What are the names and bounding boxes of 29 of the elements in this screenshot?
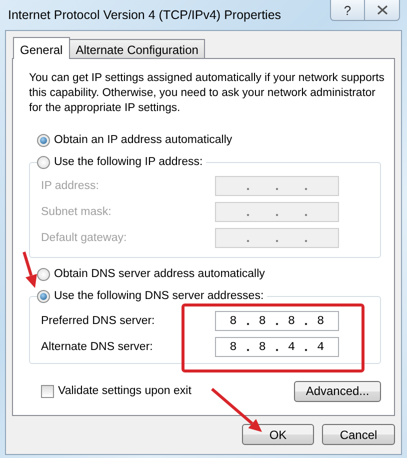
- radio-label[interactable]: Use the following DNS server addresses:: [54, 290, 264, 302]
- description-text: You can get IP settings assigned automatically if your network supports this capability. Otherwise, you need to ask your network administrator for the appropriate IP settings.: [29, 71, 386, 116]
- cancel-button[interactable]: Cancel: [322, 424, 395, 445]
- help-button[interactable]: ?: [330, 0, 365, 21]
- radio-button[interactable]: [37, 134, 50, 146]
- field-label: Subnet mask:: [41, 206, 112, 218]
- field-label: IP address:: [41, 180, 100, 192]
- annotation-arrow: [211, 388, 262, 432]
- radio-button[interactable]: [37, 290, 50, 302]
- radio-button[interactable]: [37, 268, 50, 280]
- field-label: Preferred DNS server:: [41, 315, 156, 327]
- annotation-arrow: [22, 252, 37, 288]
- checkbox-label[interactable]: Validate settings upon exit: [58, 385, 192, 397]
- radio-label[interactable]: Obtain DNS server address automatically: [54, 268, 265, 280]
- window-title: Internet Protocol Version 4 (TCP/IPv4) Properties: [7, 8, 282, 22]
- ok-button[interactable]: OK: [242, 424, 314, 445]
- radio-button[interactable]: [37, 156, 50, 168]
- field-label: Alternate DNS server:: [41, 341, 154, 353]
- checkbox[interactable]: [41, 384, 54, 398]
- tab[interactable]: General: [13, 37, 70, 59]
- tab[interactable]: Alternate Configuration: [68, 39, 206, 58]
- ip-address-field[interactable]: 8 8 8 8: [215, 311, 339, 331]
- radio-label[interactable]: Use the following IP address:: [54, 156, 203, 168]
- field-label: Default gateway:: [41, 232, 128, 244]
- advanced-button[interactable]: Advanced...: [294, 380, 381, 402]
- ip-address-field[interactable]: 8 8 4 4: [215, 337, 339, 357]
- close-button[interactable]: [365, 0, 400, 21]
- close-icon: [376, 5, 388, 15]
- radio-label[interactable]: Obtain an IP address automatically: [54, 134, 232, 146]
